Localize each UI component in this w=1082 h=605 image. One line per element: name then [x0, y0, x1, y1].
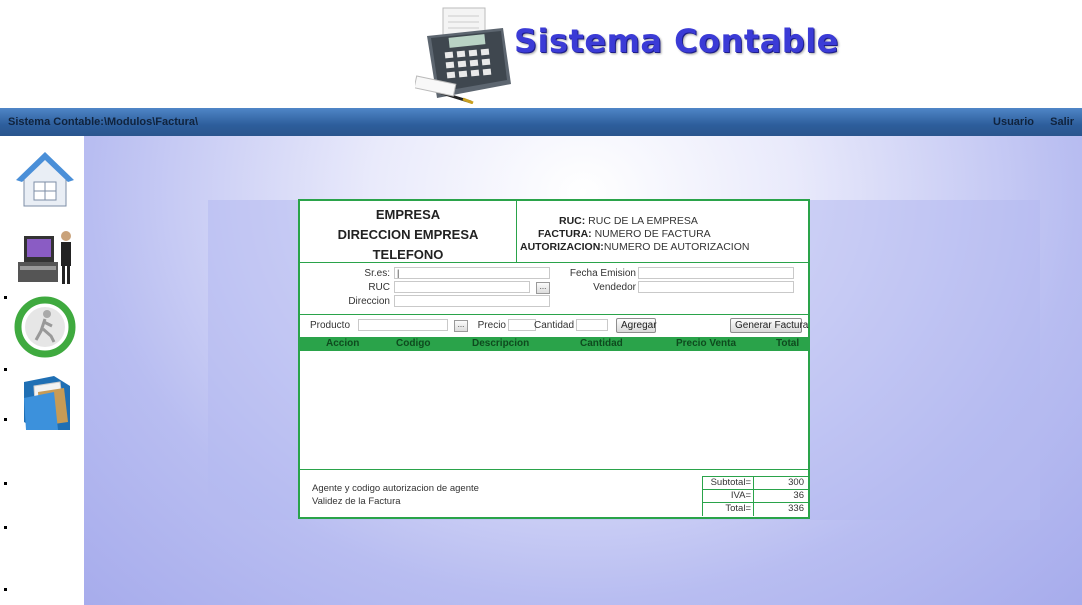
producto-label: Producto — [310, 320, 351, 331]
total-label: Total= — [702, 503, 754, 516]
col-accion: Accion — [326, 338, 360, 349]
sres-input[interactable]: | — [394, 267, 550, 279]
breadcrumb: Sistema Contable:\Modulos\Factura\ — [8, 116, 199, 128]
validity-text: Validez de la Factura — [312, 496, 401, 507]
cantidad-input[interactable] — [576, 319, 608, 331]
sres-label: Sr.es: — [364, 268, 390, 279]
precio-input[interactable] — [508, 319, 536, 331]
company-name: EMPRESA — [375, 207, 441, 222]
invoice-form: EMPRESA DIRECCION EMPRESA TELEFONO RUC: … — [298, 199, 810, 519]
ruc-field-label: RUC — [368, 282, 390, 293]
folder-files-icon[interactable] — [14, 372, 76, 434]
ruc-label: RUC: — [559, 215, 586, 227]
fecha-input[interactable] — [638, 267, 794, 279]
factura-label: FACTURA: — [538, 228, 592, 240]
sidebar-marker — [4, 418, 7, 421]
user-link[interactable]: Usuario — [993, 116, 1034, 128]
ruc-line: RUC: RUC DE LA EMPRESA — [520, 215, 808, 228]
producto-input[interactable] — [358, 319, 448, 331]
invoice-header: EMPRESA DIRECCION EMPRESA TELEFONO RUC: … — [300, 201, 808, 263]
app-title: Sistema Contable — [514, 22, 839, 60]
invoice-ids: RUC: RUC DE LA EMPRESA FACTURA: NUMERO D… — [520, 215, 808, 254]
section-divider — [300, 314, 808, 315]
logout-link[interactable]: Salir — [1050, 116, 1074, 128]
main-content: EMPRESA DIRECCION EMPRESA TELEFONO RUC: … — [84, 136, 1082, 605]
sidebar-marker — [4, 482, 7, 485]
col-precio-venta: Precio Venta — [676, 338, 737, 349]
product-bar: Producto ... Precio Cantidad Agregar Gen… — [300, 318, 808, 335]
sidebar-marker — [4, 526, 7, 529]
ruc-input[interactable] — [394, 281, 530, 293]
autorizacion-label: AUTORIZACION: — [520, 241, 604, 253]
home-icon[interactable] — [14, 150, 76, 212]
agent-text: Agente y codigo autorizacion de agente — [312, 483, 479, 494]
factura-value: NUMERO DE FACTURA — [594, 228, 711, 240]
items-table-header: Accion Codigo Descripcion Cantidad Preci… — [300, 337, 808, 351]
direccion-input[interactable] — [394, 295, 550, 307]
col-descripcion: Descripcion — [472, 338, 530, 349]
company-address: DIRECCION EMPRESA — [337, 227, 479, 242]
cash-register-icon[interactable] — [14, 226, 76, 288]
cantidad-label: Cantidad — [534, 320, 575, 331]
refresh-runner-icon[interactable] — [14, 296, 76, 358]
producto-lookup-button[interactable]: ... — [454, 320, 468, 332]
header-divider — [516, 201, 517, 262]
sidebar-marker — [4, 588, 7, 591]
total-value: 336 — [788, 503, 804, 514]
sidebar-marker — [4, 368, 7, 371]
sidebar — [0, 136, 84, 605]
add-product-button[interactable]: Agregar — [616, 318, 657, 333]
subtotal-row: Subtotal= 300 — [702, 476, 808, 490]
autorizacion-value: NUMERO DE AUTORIZACION — [603, 241, 750, 253]
company-info: EMPRESA DIRECCION EMPRESA TELEFONO — [300, 205, 516, 265]
sidebar-marker — [4, 296, 7, 299]
precio-label: Precio — [477, 320, 506, 331]
calculator-icon — [415, 7, 511, 104]
fecha-label: Fecha Emision — [569, 268, 636, 279]
app-header: Sistema Contable — [0, 0, 1082, 108]
company-phone: TELEFONO — [372, 247, 444, 262]
top-navbar: Sistema Contable:\Modulos\Factura\ Usuar… — [0, 108, 1082, 136]
vendedor-label: Vendedor — [593, 282, 636, 293]
col-total: Total — [776, 338, 800, 349]
client-section: Sr.es: | RUC ... Direccion Fecha Emision… — [300, 267, 808, 313]
col-cantidad: Cantidad — [580, 338, 623, 349]
direccion-label: Direccion — [348, 296, 390, 307]
items-table-body — [300, 351, 808, 470]
autorizacion-line: AUTORIZACION:NUMERO DE AUTORIZACION — [520, 241, 808, 254]
ruc-value: RUC DE LA EMPRESA — [588, 215, 698, 227]
iva-row: IVA= 36 — [702, 489, 808, 503]
col-codigo: Codigo — [396, 338, 431, 349]
factura-line: FACTURA: NUMERO DE FACTURA — [520, 228, 808, 241]
total-row: Total= 336 — [702, 502, 808, 516]
generate-invoice-button[interactable]: Generar Factura — [730, 318, 808, 333]
vendedor-input[interactable] — [638, 281, 794, 293]
ruc-lookup-button[interactable]: ... — [536, 282, 550, 294]
